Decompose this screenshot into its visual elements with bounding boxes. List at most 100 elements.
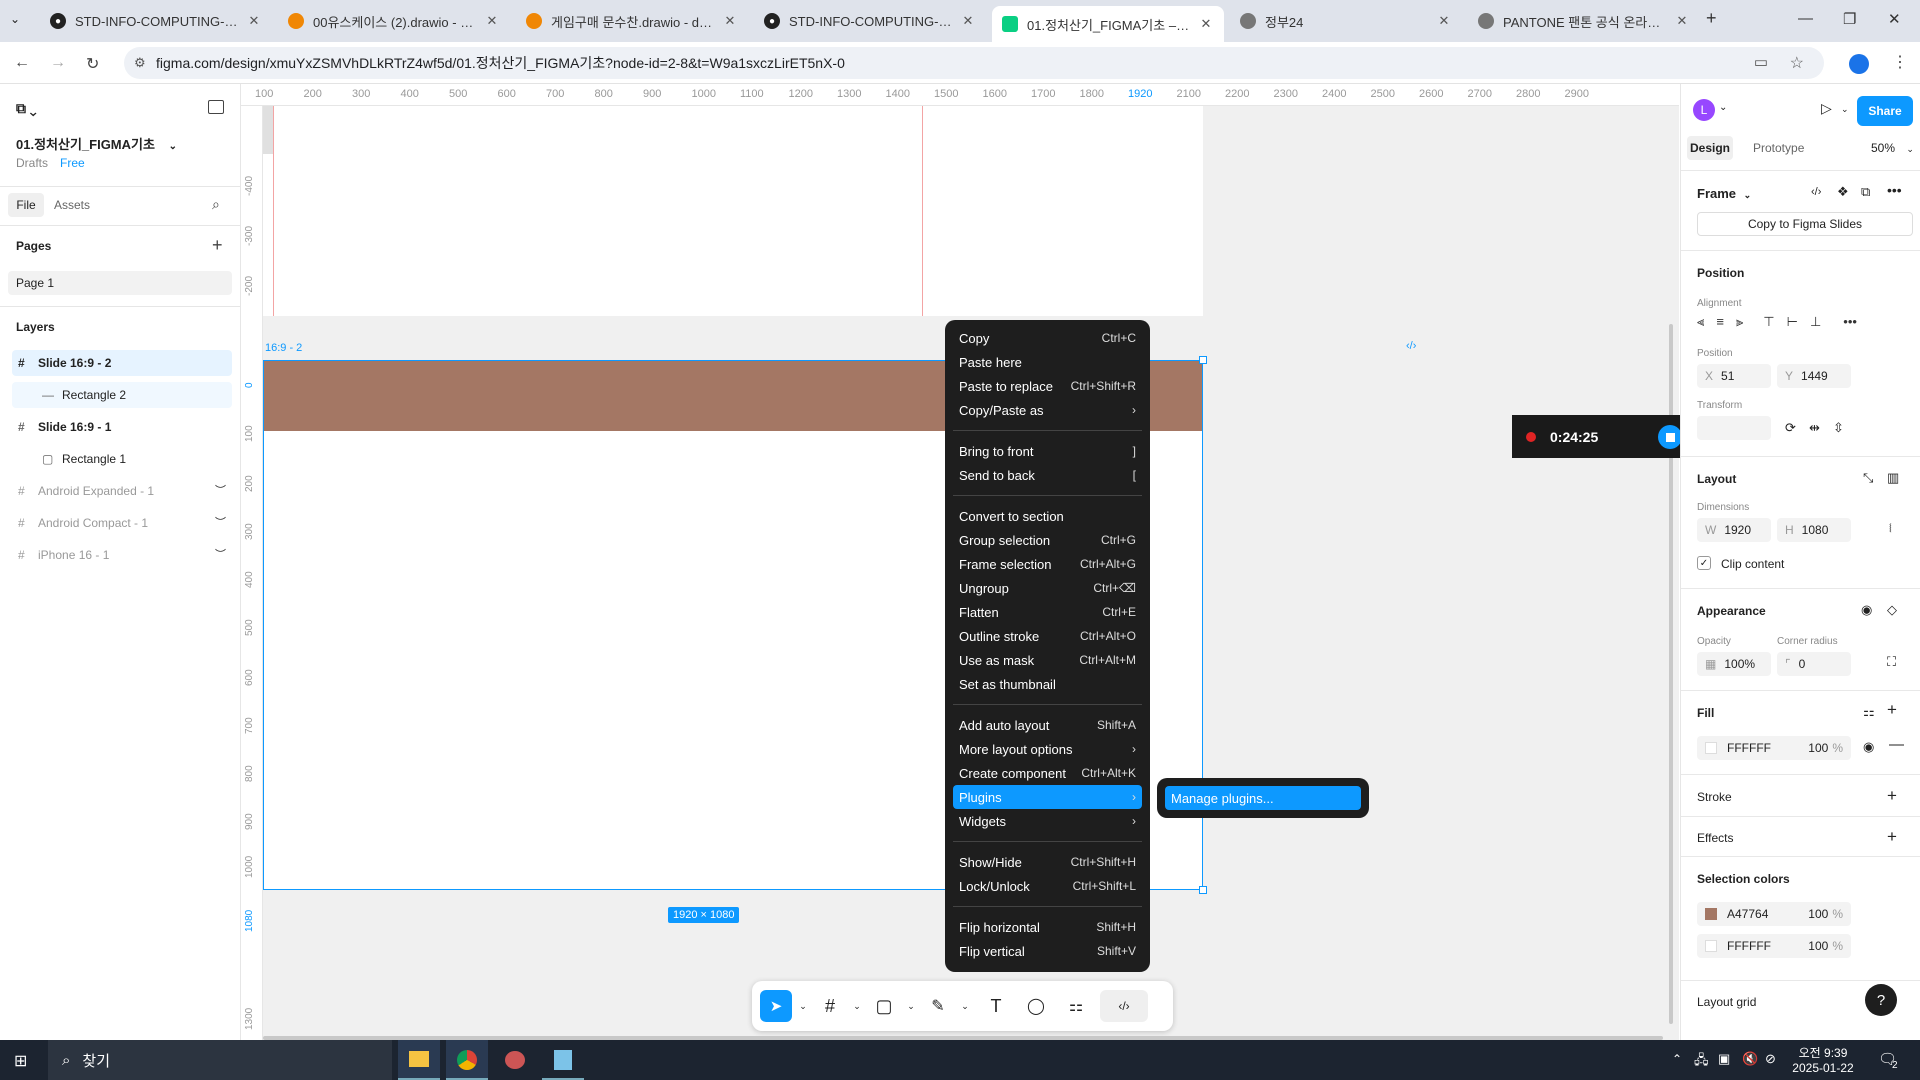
browser-tab[interactable]: PANTONE 팬톤 공식 온라인 스 ✕ [1468, 6, 1700, 36]
figma-menu-icon[interactable]: ⧉ ⌄ [16, 100, 37, 117]
new-tab-icon[interactable]: + [1706, 8, 1717, 29]
selection-color-row[interactable]: FFFFFF 100 % [1697, 934, 1851, 958]
layer-item[interactable]: # Android Expanded - 1 ︶ [12, 478, 232, 504]
menu-item-lock-unlock[interactable]: Lock/Unlock Ctrl+Shift+L [953, 874, 1142, 898]
close-tab-icon[interactable]: ✕ [960, 13, 976, 29]
close-window-icon[interactable]: ✕ [1888, 10, 1901, 28]
display-icon[interactable]: ▣ [1718, 1051, 1730, 1067]
chevron-down-icon[interactable]: ⌄ [846, 1001, 868, 1012]
clock[interactable]: 오전 9:39 2025-01-22 [1786, 1044, 1860, 1075]
menu-item-paste-to-replace[interactable]: Paste to replace Ctrl+Shift+R [953, 374, 1142, 398]
browser-tab-active[interactable]: 01.정처산기_FIGMA기초 – Figr ✕ [992, 6, 1224, 42]
frame-title[interactable]: Frame ⌄ [1697, 186, 1751, 201]
tab-assets[interactable]: Assets [54, 198, 90, 212]
fill-color-field[interactable]: FFFFFF 100 % [1697, 736, 1851, 760]
code-icon[interactable]: ‹/› [1811, 186, 1821, 198]
frame-slide-1[interactable] [263, 106, 1203, 316]
present-play-icon[interactable]: ▷ [1821, 100, 1832, 117]
browser-tab[interactable]: ● STD-INFO-COMPUTING-WEB- ✕ [754, 6, 986, 36]
frame-label[interactable]: 16:9 - 2 [265, 342, 302, 354]
height-field[interactable]: H 1080 [1777, 518, 1851, 542]
add-stroke-icon[interactable]: + [1887, 786, 1897, 806]
menu-item-group-selection[interactable]: Group selection Ctrl+G [953, 528, 1142, 552]
width-field[interactable]: W 1920 [1697, 518, 1771, 542]
menu-item-set-as-thumbnail[interactable]: Set as thumbnail [953, 672, 1142, 696]
app-icon[interactable] [494, 1040, 536, 1080]
frame-tool-icon[interactable]: # [814, 996, 846, 1017]
menu-item-copy[interactable]: Copy Ctrl+C [953, 326, 1142, 350]
menu-item-ungroup[interactable]: Ungroup Ctrl+⌫ [953, 576, 1142, 600]
close-tab-icon[interactable]: ✕ [1198, 16, 1214, 32]
avatar[interactable]: L [1693, 99, 1715, 121]
share-button[interactable]: Share [1857, 96, 1913, 126]
tab-design[interactable]: Design [1687, 136, 1733, 160]
page-item[interactable]: Page 1 [8, 271, 232, 295]
layout-options-icon[interactable]: ▥ [1887, 470, 1899, 486]
color-swatch[interactable] [1705, 908, 1717, 920]
restore-icon[interactable]: ❐ [1843, 10, 1856, 28]
pen-tool-icon[interactable]: ✎ [922, 996, 954, 1016]
menu-item-paste-here[interactable]: Paste here [953, 350, 1142, 374]
hidden-eye-icon[interactable]: ︶ [215, 482, 226, 498]
forward-icon[interactable]: → [50, 54, 66, 72]
add-effect-icon[interactable]: + [1887, 827, 1897, 847]
layer-item[interactable]: # iPhone 16 - 1 ︶ [12, 542, 232, 568]
dev-code-icon[interactable]: ‹/› [1406, 340, 1416, 352]
component-icon[interactable]: ❖ [1837, 184, 1849, 200]
more-icon[interactable]: ••• [1887, 182, 1902, 198]
fill-styles-icon[interactable]: ⚏ [1863, 704, 1875, 720]
link-icon[interactable]: ⧉ [1861, 184, 1870, 200]
y-field[interactable]: Y 1449 [1777, 364, 1851, 388]
menu-item-copy-paste-as[interactable]: Copy/Paste as › [953, 398, 1142, 422]
x-field[interactable]: X 51 [1697, 364, 1771, 388]
plan-badge[interactable]: Free [60, 156, 85, 170]
corner-radius-field[interactable]: ⌜ 0 [1777, 652, 1851, 676]
comment-tool-icon[interactable]: ◯ [1016, 996, 1056, 1016]
drafts-label[interactable]: Drafts [16, 156, 48, 170]
fill-visibility-eye-icon[interactable]: ◉ [1863, 739, 1874, 755]
chevron-down-icon[interactable]: ⌄ [954, 1001, 976, 1012]
close-tab-icon[interactable]: ✕ [1436, 13, 1452, 29]
menu-item-frame-selection[interactable]: Frame selection Ctrl+Alt+G [953, 552, 1142, 576]
rotation-field[interactable] [1697, 416, 1771, 440]
opacity-field[interactable]: ▦ 100% [1697, 652, 1771, 676]
close-tab-icon[interactable]: ✕ [484, 13, 500, 29]
shape-tool-icon[interactable]: ▢ [868, 996, 900, 1017]
close-tab-icon[interactable]: ✕ [722, 13, 738, 29]
layer-item[interactable]: # Slide 16:9 - 2 [12, 350, 232, 376]
chrome-icon[interactable] [446, 1040, 488, 1080]
chevron-down-icon[interactable]: ⌄ [900, 1001, 922, 1012]
move-tool-icon[interactable]: ➤ [760, 990, 792, 1022]
align-center-h-icon[interactable]: ≡ [1716, 314, 1724, 338]
align-middle-v-icon[interactable]: ⊢ [1787, 314, 1798, 338]
browser-tab[interactable]: 00유스케이스 (2).drawio - dra ✕ [278, 6, 510, 36]
fill-swatch[interactable] [1705, 742, 1717, 754]
volume-muted-icon[interactable]: 🔇 [1742, 1051, 1758, 1067]
selection-color-row[interactable]: A47764 100 % [1697, 902, 1851, 926]
menu-item-create-component[interactable]: Create component Ctrl+Alt+K [953, 761, 1142, 785]
chevron-down-icon[interactable]: ⌄ [1841, 104, 1849, 115]
resize-handle[interactable] [1199, 886, 1207, 894]
menu-item-flatten[interactable]: Flatten Ctrl+E [953, 600, 1142, 624]
minimize-icon[interactable]: — [1798, 10, 1813, 27]
menu-item-show-hide[interactable]: Show/Hide Ctrl+Shift+H [953, 850, 1142, 874]
clip-content-checkbox[interactable]: ✓ [1697, 556, 1711, 570]
align-bottom-icon[interactable]: ⊥ [1810, 314, 1821, 338]
hidden-eye-icon[interactable]: ︶ [215, 514, 226, 530]
align-top-icon[interactable]: ⊤ [1763, 314, 1774, 338]
menu-item-flip-horizontal[interactable]: Flip horizontal Shift+H [953, 915, 1142, 939]
reload-icon[interactable]: ↻ [86, 54, 99, 74]
layer-item[interactable]: ▢ Rectangle 1 [12, 446, 232, 472]
add-fill-icon[interactable]: + [1887, 700, 1897, 720]
text-tool-icon[interactable]: T [976, 996, 1016, 1017]
layer-item[interactable]: # Android Compact - 1 ︶ [12, 510, 232, 536]
flip-horizontal-icon[interactable]: ⇹ [1809, 420, 1820, 436]
layer-item[interactable]: # Slide 16:9 - 1 [12, 414, 232, 440]
align-left-icon[interactable]: ⫷ [1697, 314, 1704, 338]
auto-layout-icon[interactable]: ⤡ [1863, 470, 1873, 486]
flip-vertical-icon[interactable]: ⇳ [1833, 420, 1844, 436]
chevron-down-icon[interactable]: ⌄ [1719, 102, 1727, 113]
site-info-icon[interactable]: ⚙ [134, 55, 146, 71]
visibility-eye-icon[interactable]: ◉ [1861, 602, 1872, 618]
menu-item-flip-vertical[interactable]: Flip vertical Shift+V [953, 939, 1142, 963]
